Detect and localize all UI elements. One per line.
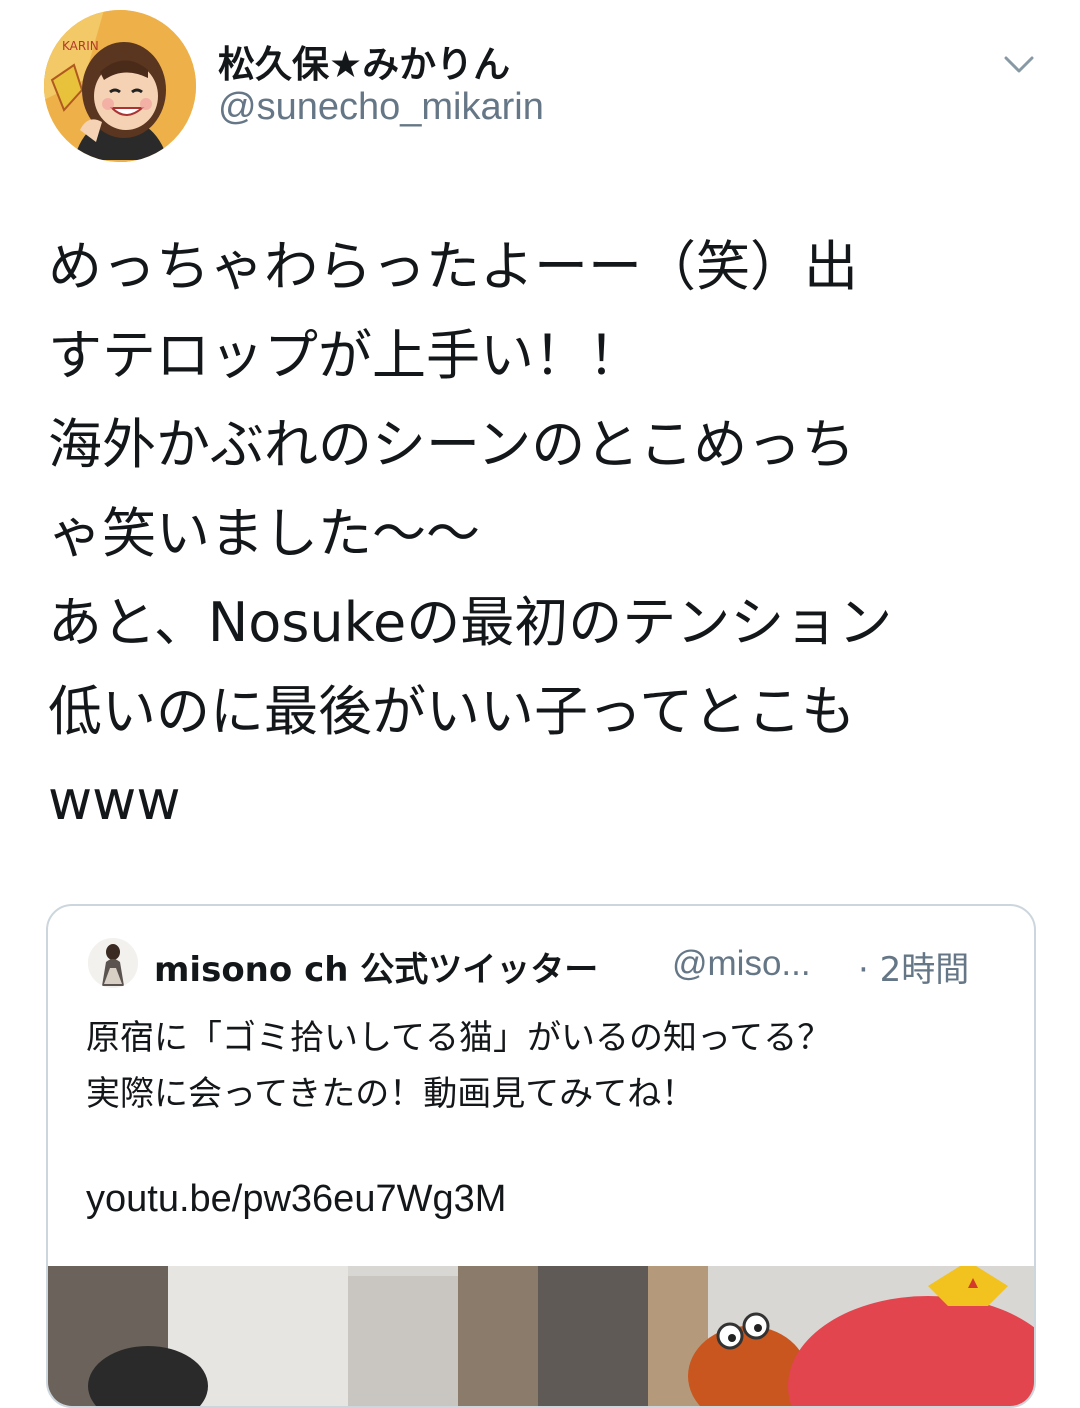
display-name[interactable]: 松久保★みかりん (218, 34, 510, 88)
quoted-media-thumbnail[interactable] (48, 1266, 1034, 1406)
avatar-logo-text: KARIN (62, 39, 99, 53)
tweet-text: めっちゃわらったよーー（笑）出 すテロップが上手い！！ 海外かぶれのシーンのとこ… (48, 235, 893, 832)
avatar-illustration: KARIN (44, 10, 196, 162)
quoted-tweet-text: 原宿に「ゴミ拾いしてる猫」がいるの知ってる？ 実際に会ってきたの！動画見てみてね… (86, 1018, 832, 1114)
quoted-display-name: misono ch 公式ツイッター (154, 950, 599, 990)
quoted-tweet-card[interactable]: misono ch 公式ツイッター @miso... · 2時間 原宿に「ゴミ拾… (46, 904, 1036, 1408)
quoted-timestamp: · 2時間 (858, 950, 970, 990)
quoted-avatar (88, 938, 138, 988)
quoted-handle: @miso... (672, 944, 811, 983)
chevron-down-icon[interactable] (996, 46, 1042, 84)
user-handle[interactable]: @sunecho_mikarin (218, 86, 544, 129)
avatar[interactable]: KARIN (44, 10, 196, 162)
quoted-link[interactable]: youtu.be/pw36eu7Wg3M (86, 1178, 506, 1221)
